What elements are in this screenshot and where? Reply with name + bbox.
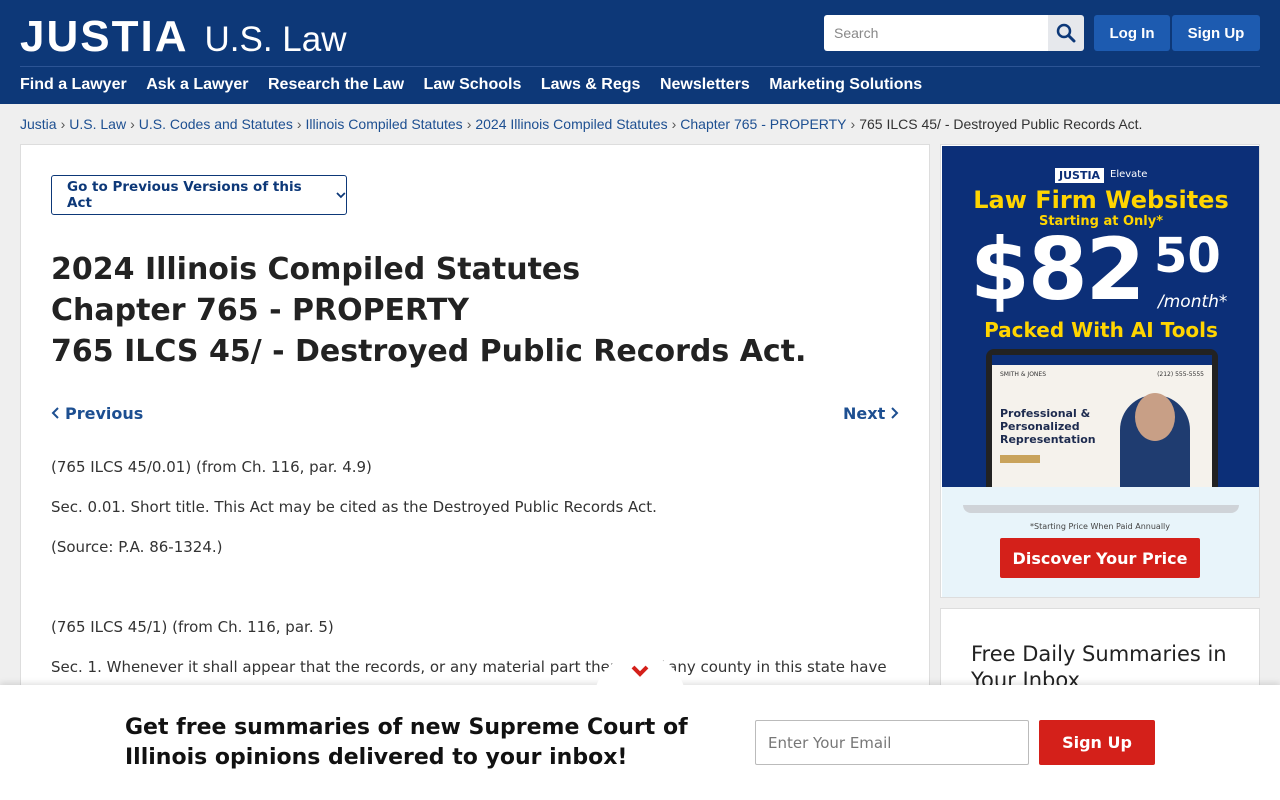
login-button[interactable]: Log In	[1094, 15, 1170, 51]
next-link[interactable]: Next	[843, 404, 899, 423]
nav-laws-regs[interactable]: Laws & Regs	[541, 76, 641, 94]
breadcrumb-separator: ›	[130, 116, 135, 132]
justia-logo[interactable]: JUSTIA U.S. Law	[20, 12, 346, 62]
breadcrumb-codes-statutes[interactable]: U.S. Codes and Statutes	[139, 116, 293, 132]
nav-law-schools[interactable]: Law Schools	[424, 76, 522, 94]
signup-button[interactable]: Sign Up	[1172, 15, 1260, 51]
page-title: 2024 Illinois Compiled Statutes Chapter …	[51, 249, 806, 372]
ad-note: *Starting Price When Paid Annually	[1029, 522, 1170, 531]
screen-button	[1000, 455, 1040, 463]
nav-divider	[20, 66, 1260, 67]
statute-citation: (765 ILCS 45/0.01) (from Ch. 116, par. 4…	[51, 458, 372, 476]
nav-find-a-lawyer[interactable]: Find a Lawyer	[20, 76, 127, 94]
search-input[interactable]	[824, 15, 1048, 51]
title-line-3: 765 ILCS 45/ - Destroyed Public Records …	[51, 334, 807, 369]
screen-brand: SMITH & JONES	[1000, 371, 1047, 378]
laptop-screen: SMITH & JONES (212) 555-5555 Professiona…	[992, 355, 1212, 487]
ad-per-month: /month*	[1158, 292, 1228, 312]
newsletter-banner: Get free summaries of new Supreme Court …	[0, 685, 1280, 800]
logo-main-text: JUSTIA	[20, 12, 189, 61]
statute-content: Go to Previous Versions of this Act 2024…	[20, 144, 930, 704]
previous-link[interactable]: Previous	[51, 404, 143, 423]
screen-nav-bar	[992, 355, 1212, 365]
nav-newsletters[interactable]: Newsletters	[660, 76, 750, 94]
ad-price: $82	[970, 220, 1146, 320]
chevron-down-icon	[336, 192, 346, 199]
ad-tools: Packed With AI Tools	[984, 318, 1218, 342]
statute-paragraph: Sec. 1. Whenever it shall appear that th…	[51, 658, 887, 676]
laptop-illustration: SMITH & JONES (212) 555-5555 Professiona…	[986, 349, 1218, 487]
breadcrumb-separator: ›	[850, 116, 856, 132]
search-icon	[1056, 23, 1076, 43]
statute-source: (Source: P.A. 86-1324.)	[51, 538, 223, 556]
justia-elevate-ad[interactable]: JUSTIA Elevate Law Firm Websites Startin…	[940, 144, 1260, 598]
screen-phone: (212) 555-5555	[1157, 371, 1204, 378]
ad-price-cents: 50	[1154, 228, 1221, 284]
laptop-base	[963, 505, 1239, 513]
previous-versions-dropdown[interactable]: Go to Previous Versions of this Act	[51, 175, 347, 215]
nav-marketing-solutions[interactable]: Marketing Solutions	[769, 76, 922, 94]
ad-badge-text: Elevate	[1110, 169, 1148, 180]
nav-research-the-law[interactable]: Research the Law	[268, 76, 404, 94]
title-line-2: Chapter 765 - PROPERTY	[51, 293, 469, 328]
breadcrumb-separator: ›	[466, 116, 472, 132]
banner-email-input[interactable]	[755, 720, 1029, 765]
breadcrumb-separator: ›	[671, 116, 677, 132]
breadcrumb: Justia › U.S. Law › U.S. Codes and Statutes ›…	[20, 116, 1142, 132]
title-line-1: 2024 Illinois Compiled Statutes	[51, 252, 581, 287]
screen-headline: Professional & Personalized Representati…	[1000, 407, 1096, 446]
nav-ask-a-lawyer[interactable]: Ask a Lawyer	[146, 76, 248, 94]
breadcrumb-separator: ›	[296, 116, 302, 132]
ad-headline: Law Firm Websites	[973, 186, 1229, 214]
breadcrumb-illinois-statutes[interactable]: Illinois Compiled Statutes	[306, 116, 463, 132]
banner-text: Get free summaries of new Supreme Court …	[125, 715, 688, 770]
search-button[interactable]	[1048, 15, 1084, 51]
chevron-right-icon	[891, 407, 899, 419]
breadcrumb-chapter-765[interactable]: Chapter 765 - PROPERTY	[680, 116, 846, 132]
ad-badge: JUSTIA	[1055, 168, 1105, 183]
banner-signup-button[interactable]: Sign Up	[1039, 720, 1155, 765]
person-head	[1135, 393, 1175, 441]
search-box	[824, 15, 1084, 51]
next-label: Next	[843, 404, 886, 423]
breadcrumb-justia[interactable]: Justia	[20, 116, 57, 132]
breadcrumb-separator: ›	[60, 116, 66, 132]
breadcrumb-2024-statutes[interactable]: 2024 Illinois Compiled Statutes	[475, 116, 667, 132]
chevron-left-icon	[51, 407, 59, 419]
breadcrumb-us-law[interactable]: U.S. Law	[69, 116, 126, 132]
previous-label: Previous	[65, 404, 144, 423]
breadcrumb-current: 765 ILCS 45/ - Destroyed Public Records …	[859, 116, 1143, 132]
chevron-down-icon	[631, 665, 649, 677]
site-header: JUSTIA U.S. Law Log In Sign Up Find a La…	[0, 0, 1280, 104]
statute-paragraph: Sec. 0.01. Short title. This Act may be …	[51, 498, 657, 516]
ad-panel: JUSTIA Elevate Law Firm Websites Startin…	[942, 146, 1259, 487]
previous-versions-label: Go to Previous Versions of this Act	[67, 179, 302, 211]
logo-sub-text: U.S. Law	[204, 20, 347, 59]
discover-price-button[interactable]: Discover Your Price	[1000, 538, 1200, 578]
statute-citation: (765 ILCS 45/1) (from Ch. 116, par. 5)	[51, 618, 334, 636]
main-nav: Find a Lawyer Ask a Lawyer Research the …	[20, 76, 942, 94]
